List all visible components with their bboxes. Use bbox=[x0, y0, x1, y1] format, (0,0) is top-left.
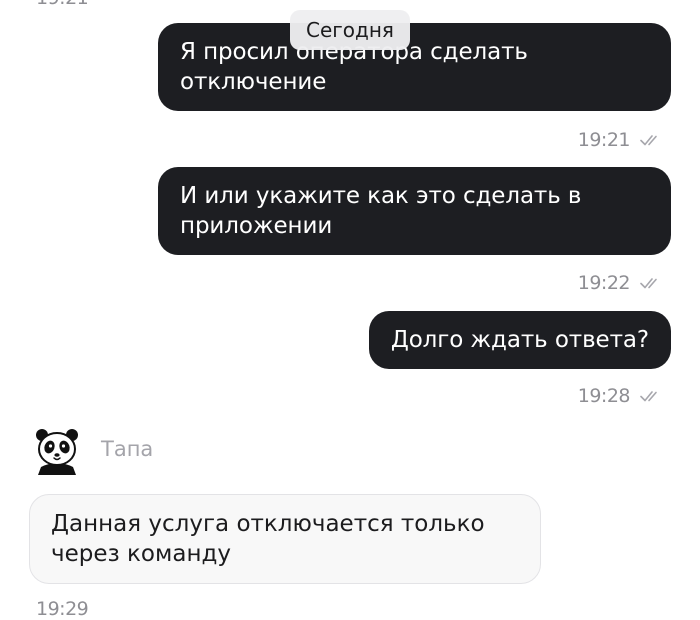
sender-name: Тапа bbox=[101, 437, 154, 461]
message-meta: 19:22 bbox=[578, 271, 664, 295]
message-text: Долго ждать ответа? bbox=[390, 327, 649, 353]
message-meta: 19:28 bbox=[578, 384, 664, 408]
message-meta: 19:21 bbox=[578, 128, 664, 152]
double-check-icon bbox=[640, 391, 657, 402]
outgoing-message-bubble[interactable]: Долго ждать ответа? bbox=[368, 311, 671, 369]
incoming-message-bubble[interactable]: Данная услуга отключается только через к… bbox=[29, 494, 541, 584]
panda-avatar-icon[interactable] bbox=[32, 427, 82, 475]
chat-thread: 19:21 Я просил оператора сделать отключе… bbox=[0, 0, 700, 620]
date-separator: Сегодня bbox=[290, 10, 410, 50]
message-time: 19:21 bbox=[577, 129, 631, 151]
message-time: 19:21 bbox=[36, 0, 89, 9]
outgoing-message-bubble[interactable]: Я просил оператора сделать отключение bbox=[158, 23, 671, 111]
double-check-icon bbox=[640, 278, 657, 289]
message-text: Данная услуга отключается только через к… bbox=[51, 511, 485, 567]
message-time: 19:22 bbox=[577, 272, 631, 294]
outgoing-message-bubble[interactable]: И или укажите как это сделать в приложен… bbox=[158, 167, 671, 255]
message-time: 19:29 bbox=[36, 598, 89, 620]
message-text: И или укажите как это сделать в приложен… bbox=[180, 183, 582, 239]
message-time: 19:28 bbox=[577, 385, 631, 407]
double-check-icon bbox=[640, 135, 657, 146]
